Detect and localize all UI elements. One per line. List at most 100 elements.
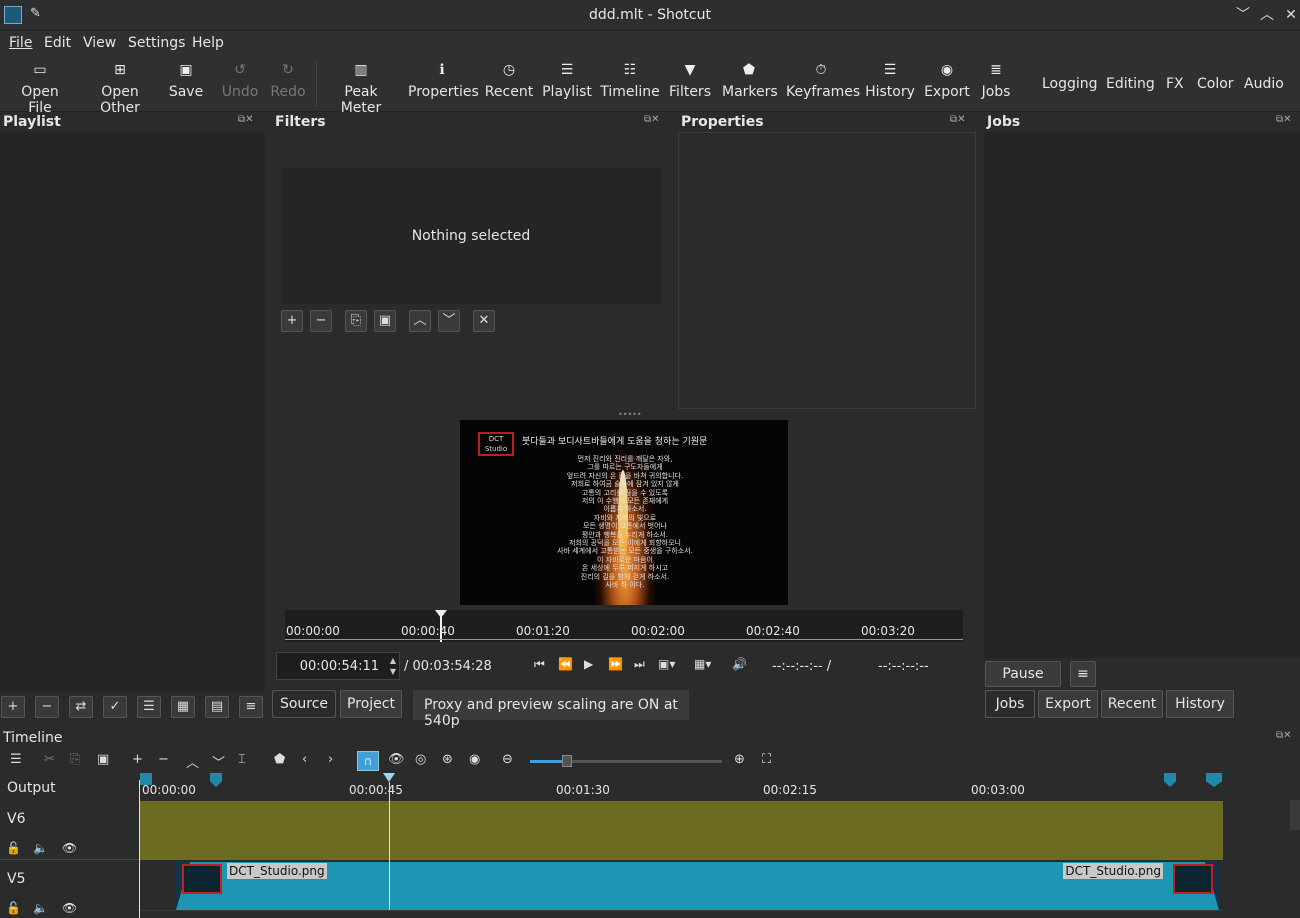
export-button[interactable]: ◉ Export (924, 56, 970, 112)
remove-icon[interactable]: − (35, 696, 59, 718)
track-header-v5[interactable]: V5 🔓 🔈 👁 (0, 861, 140, 918)
move-up-icon[interactable]: ︿ (409, 310, 431, 332)
move-down-icon[interactable]: ﹀ (438, 310, 460, 332)
deselect-icon[interactable]: ✕ (473, 310, 495, 332)
grid-icon[interactable]: ▦▾ (694, 657, 711, 671)
timeline-playhead[interactable] (383, 773, 395, 782)
zoom-slider-handle[interactable] (562, 755, 572, 767)
rewind-icon[interactable]: ⏪ (558, 657, 573, 671)
timeline-button[interactable]: ☷ Timeline (600, 56, 660, 112)
marker[interactable] (210, 773, 222, 787)
copy-filter-icon[interactable]: ⎘ (345, 310, 367, 332)
menu-file[interactable]: File (9, 35, 32, 51)
zoom-fit-icon[interactable]: ⛶ (762, 752, 771, 767)
redo-button[interactable]: ↻ Redo (268, 56, 308, 112)
workspace-audio[interactable]: Audio (1244, 76, 1284, 92)
playlist-dock-buttons[interactable]: ⧉✕ (238, 114, 254, 125)
add-filter-icon[interactable]: + (281, 310, 303, 332)
menu-settings[interactable]: Settings (128, 35, 185, 51)
pause-button[interactable]: Pause (985, 661, 1061, 687)
paste-icon[interactable]: ▣ (97, 752, 109, 767)
tab-project[interactable]: Project (340, 690, 402, 718)
marker[interactable] (140, 773, 152, 785)
paste-filter-icon[interactable]: ▣ (374, 310, 396, 332)
player-splitter[interactable]: ••••• (618, 410, 642, 419)
ripple-markers-icon[interactable]: ◉ (469, 752, 480, 767)
remove-filter-icon[interactable]: − (310, 310, 332, 332)
timeline-hscroll[interactable] (140, 910, 1223, 918)
cut-icon[interactable]: ✂ (44, 752, 55, 767)
fast-forward-icon[interactable]: ⏩ (608, 657, 623, 671)
track-header-v6[interactable]: V6 🔓 🔈 👁 (0, 801, 140, 860)
tab-export[interactable]: Export (1038, 690, 1098, 718)
lock-icon[interactable]: 🔓 (6, 901, 21, 915)
zoom-in-icon[interactable]: ⊕ (734, 752, 745, 767)
lock-icon[interactable]: 🔓 (6, 841, 21, 855)
jobs-menu-icon[interactable]: ≡ (1070, 661, 1096, 687)
ripple-icon[interactable]: ◎ (415, 752, 426, 767)
update-icon[interactable]: ⇄ (69, 696, 93, 718)
close-icon[interactable]: ✕ (1281, 5, 1300, 25)
marker[interactable] (1164, 773, 1176, 787)
add-icon[interactable]: + (1, 696, 25, 718)
check-icon[interactable]: ✓ (103, 696, 127, 718)
history-button[interactable]: ☰ History (864, 56, 916, 112)
properties-dock-buttons[interactable]: ⧉✕ (950, 114, 966, 125)
play-icon[interactable]: ▶ (584, 657, 593, 671)
open-other-button[interactable]: ⊞ Open Other (82, 56, 158, 116)
tiles-view-icon[interactable]: ▦ (171, 696, 195, 718)
filters-dock-buttons[interactable]: ⧉✕ (644, 114, 660, 125)
recent-button[interactable]: ◷ Recent (484, 56, 534, 112)
eye-icon[interactable]: 👁 (62, 901, 77, 915)
timeline-vscroll[interactable] (1290, 800, 1300, 830)
skip-end-icon[interactable]: ⏭ (634, 657, 645, 672)
jobs-dock-buttons[interactable]: ⧉✕ (1276, 114, 1292, 125)
menu-edit[interactable]: Edit (44, 35, 71, 51)
save-button[interactable]: ▣ Save (168, 56, 204, 112)
playlist-button[interactable]: ☰ Playlist (542, 56, 592, 112)
peak-meter-button[interactable]: ▥ Peak Meter (324, 56, 398, 116)
ripple-all-icon[interactable]: ⊛ (442, 752, 453, 767)
timeline-menu-icon[interactable]: ☰ (10, 752, 22, 767)
keyframes-button[interactable]: ⏱ Keyframes (786, 56, 860, 112)
timecode-field[interactable]: 00:00:54:11 ▲ ▼ (276, 652, 400, 680)
eye-icon[interactable]: 👁 (62, 841, 77, 855)
playlist-menu-icon[interactable]: ≡ (239, 696, 263, 718)
icons-view-icon[interactable]: ▤ (205, 696, 229, 718)
workspace-logging[interactable]: Logging (1042, 76, 1098, 92)
snap-icon[interactable]: ∩ (357, 751, 379, 771)
zoom-view-icon[interactable]: ▣▾ (658, 657, 675, 671)
playlist-area[interactable] (0, 132, 265, 692)
player-ruler[interactable]: 00:00:00 00:00:40 00:01:20 00:02:00 00:0… (285, 610, 963, 642)
workspace-color[interactable]: Color (1197, 76, 1234, 92)
time-spin-icon[interactable]: ▲ ▼ (390, 655, 396, 677)
next-marker-icon[interactable]: › (328, 752, 333, 767)
jobs-list[interactable] (984, 132, 1300, 658)
lift-icon[interactable]: ︿ (186, 752, 199, 771)
append-icon[interactable]: + (132, 752, 143, 767)
skip-start-icon[interactable]: ⏮ (534, 657, 545, 672)
scrub-icon[interactable]: 👁 (388, 752, 405, 767)
zoom-out-icon[interactable]: ⊖ (502, 752, 513, 767)
timeline-dock-buttons[interactable]: ⧉✕ (1276, 730, 1292, 741)
mute-icon[interactable]: 🔈 (33, 841, 48, 855)
marker[interactable] (1206, 773, 1222, 787)
clip-dct-studio[interactable]: DCT_Studio.png DCT_Studio.png (176, 862, 1219, 910)
open-file-button[interactable]: ▭ Open File (8, 56, 72, 116)
tab-history[interactable]: History (1166, 690, 1234, 718)
overwrite-icon[interactable]: ﹀ (212, 752, 225, 771)
remove-icon[interactable]: − (158, 752, 169, 767)
details-view-icon[interactable]: ☰ (137, 696, 161, 718)
minimize-icon[interactable]: ﹀ (1233, 5, 1253, 25)
marker-icon[interactable]: ⬟ (274, 752, 285, 767)
menu-view[interactable]: View (83, 35, 116, 51)
filters-button[interactable]: ▼ Filters (668, 56, 712, 112)
split-icon[interactable]: ⌶ (238, 752, 246, 767)
filters-list[interactable]: Nothing selected (281, 168, 661, 304)
prev-marker-icon[interactable]: ‹ (302, 752, 307, 767)
markers-button[interactable]: ⬟ Markers (722, 56, 778, 112)
track-v6[interactable] (140, 801, 1223, 860)
mute-icon[interactable]: 🔈 (33, 901, 48, 915)
tab-recent[interactable]: Recent (1101, 690, 1163, 718)
properties-button[interactable]: ℹ Properties (408, 56, 479, 112)
